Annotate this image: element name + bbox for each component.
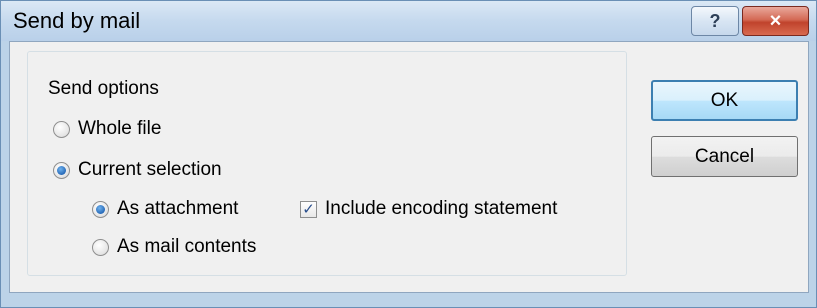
as-attachment-label: As attachment [117, 198, 239, 219]
close-icon: × [769, 9, 782, 32]
whole-file-radio[interactable]: Whole file [53, 118, 161, 140]
include-encoding-label: Include encoding statement [325, 198, 558, 219]
window-title: Send by mail [13, 8, 141, 33]
cancel-button[interactable]: Cancel [651, 136, 798, 177]
close-button[interactable]: × [742, 6, 809, 36]
send-options-label: Send options [44, 78, 163, 100]
as-attachment-radio[interactable]: As attachment [92, 198, 238, 220]
checkmark-icon: ✓ [302, 200, 315, 218]
radio-indicator[interactable] [53, 161, 70, 179]
as-mail-contents-radio[interactable]: As mail contents [92, 236, 256, 258]
current-selection-radio[interactable]: Current selection [53, 159, 222, 181]
ok-button[interactable]: OK [651, 80, 798, 121]
whole-file-label: Whole file [78, 118, 162, 139]
help-button[interactable]: ? [691, 6, 739, 36]
radio-indicator[interactable] [92, 200, 109, 218]
include-encoding-checkbox[interactable]: ✓ Include encoding statement [300, 198, 557, 220]
radio-indicator[interactable] [92, 238, 109, 256]
ok-label: OK [710, 89, 739, 111]
as-mail-contents-label: As mail contents [117, 236, 257, 257]
help-icon: ? [709, 10, 721, 31]
radio-indicator[interactable] [53, 120, 70, 138]
current-selection-label: Current selection [78, 159, 222, 180]
cancel-label: Cancel [694, 145, 755, 167]
checkbox-indicator[interactable]: ✓ [300, 200, 317, 218]
title-bar[interactable]: Send by mail ? × [1, 1, 816, 41]
